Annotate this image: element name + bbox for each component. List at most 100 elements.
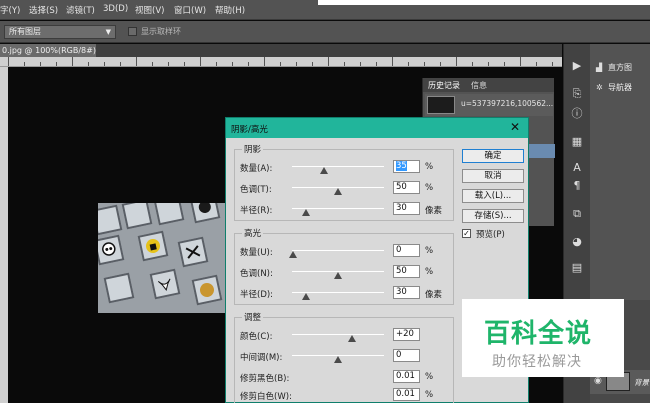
ruler-tick <box>408 62 409 66</box>
document-image <box>98 203 226 313</box>
highlights-radius-input[interactable]: 30 <box>393 286 420 299</box>
tab-info[interactable]: 信息 <box>471 80 487 91</box>
image-tile <box>149 268 181 300</box>
show-sampling-ring-checkbox[interactable] <box>128 27 137 36</box>
shadows-group-label: 阴影 <box>242 143 264 155</box>
menu-item-type[interactable]: 字(Y) <box>0 4 20 16</box>
ruler-tick <box>200 57 201 66</box>
ruler-tick <box>440 62 441 66</box>
grid-icon[interactable]: ▦ <box>569 134 585 150</box>
snapshot-thumbnail <box>427 96 455 114</box>
highlights-radius-label: 半径(D): <box>240 290 274 300</box>
layer-name: 背景 <box>634 378 649 387</box>
shadows-tone-input[interactable]: 50 <box>393 181 420 194</box>
eye-icon[interactable]: ◉ <box>594 376 602 386</box>
image-tile <box>121 203 153 230</box>
sample-layer-select[interactable]: 所有图层 ▼ <box>4 25 116 39</box>
close-icon[interactable]: ✕ <box>510 120 520 134</box>
color-correction-slider-knob[interactable] <box>348 335 356 342</box>
character-icon[interactable]: A <box>569 160 585 176</box>
play-icon[interactable]: ▶ <box>569 58 585 74</box>
ok-button[interactable]: 确定 <box>462 149 524 163</box>
ruler-tick <box>152 62 153 66</box>
palette-icon[interactable]: ◕ <box>569 234 585 250</box>
panel-entry-histogram[interactable]: ▟ 直方图 <box>596 62 632 73</box>
color-correction-slider[interactable] <box>292 334 384 335</box>
highlights-radius-slider-knob[interactable] <box>302 293 310 300</box>
midtone-contrast-slider-knob[interactable] <box>334 356 342 363</box>
options-bar: 所有图层 ▼ 显示取样环 <box>0 21 650 43</box>
shadows-amount-value: 35 <box>396 161 407 171</box>
dialog-titlebar[interactable]: 阴影/高光 ✕ <box>226 118 528 138</box>
ruler-tick <box>536 62 537 66</box>
menu-item-filter[interactable]: 滤镜(T) <box>66 4 95 16</box>
highlights-tone-label: 色调(N): <box>240 269 273 279</box>
ruler-tick <box>72 57 73 66</box>
ruler-tick <box>424 62 425 66</box>
clip-white-input[interactable]: 0.01 <box>393 388 420 401</box>
menu-item-window[interactable]: 窗口(W) <box>174 4 206 16</box>
ruler-tick <box>488 62 489 66</box>
ruler-tick <box>56 62 57 66</box>
history-snapshot[interactable]: u=537397216,100562... <box>425 94 553 116</box>
color-correction-input[interactable]: +20 <box>393 328 420 341</box>
shadows-tone-label: 色调(T): <box>240 185 272 195</box>
highlights-tone-unit: % <box>425 267 434 277</box>
shadows-amount-input[interactable]: 35 <box>393 160 420 173</box>
clone-source-icon[interactable]: ⧉ <box>569 206 585 222</box>
highlights-radius-unit: 像素 <box>425 290 443 300</box>
clip-white-unit: % <box>425 390 434 400</box>
ruler-tick <box>456 57 457 66</box>
ruler-tick <box>520 57 521 66</box>
shadows-radius-input[interactable]: 30 <box>393 202 420 215</box>
shadows-amount-slider-knob[interactable] <box>320 167 328 174</box>
window-top-strip <box>318 0 650 5</box>
logo-main-text: 百科全说 <box>484 319 593 349</box>
image-tile <box>177 236 209 268</box>
panel-entry-navigator[interactable]: ✲ 导航器 <box>596 82 632 93</box>
shadows-tone-unit: % <box>425 183 434 193</box>
histogram-icon: ▟ <box>596 63 603 72</box>
color-correction-label: 颜色(C): <box>240 332 273 342</box>
history-icon[interactable]: ⎘ <box>569 86 585 102</box>
horizontal-ruler <box>0 57 562 67</box>
navigator-icon: ✲ <box>596 83 603 92</box>
menu-item-3d[interactable]: 3D(D) <box>103 4 128 14</box>
shadows-amount-slider[interactable] <box>292 166 384 167</box>
midtone-contrast-input[interactable]: 0 <box>393 349 420 362</box>
save-button[interactable]: 存储(S)... <box>462 209 524 223</box>
image-tile <box>98 204 123 236</box>
highlights-amount-input[interactable]: 0 <box>393 244 420 257</box>
document-tab[interactable]: 0.jpg @ 100%(RGB/8#) *× <box>0 44 113 57</box>
ruler-tick <box>552 62 553 66</box>
load-button[interactable]: 载入(L)... <box>462 189 524 203</box>
ruler-tick <box>104 62 105 66</box>
clip-black-unit: % <box>425 372 434 382</box>
highlights-amount-slider[interactable] <box>292 250 384 251</box>
document-tab-label: 0.jpg @ 100%(RGB/8#) * <box>2 46 103 55</box>
dialog-title: 阴影/高光 <box>231 125 268 135</box>
clip-black-input[interactable]: 0.01 <box>393 370 420 383</box>
highlights-tone-input[interactable]: 50 <box>393 265 420 278</box>
midtone-contrast-label: 中间调(M): <box>240 353 283 363</box>
image-tile <box>189 203 221 224</box>
info-icon[interactable]: ⓘ <box>569 106 585 122</box>
cancel-button[interactable]: 取消 <box>462 169 524 183</box>
menu-item-select[interactable]: 选择(S) <box>29 4 58 16</box>
highlights-amount-unit: % <box>425 246 434 256</box>
menu-item-view[interactable]: 视图(V) <box>135 4 164 16</box>
highlights-tone-slider-knob[interactable] <box>334 272 342 279</box>
ruler-tick <box>40 62 41 66</box>
paragraph-icon[interactable]: ¶ <box>569 178 585 194</box>
preview-checkbox[interactable]: ✓ <box>462 229 471 238</box>
highlights-amount-slider-knob[interactable] <box>289 251 297 258</box>
logo-sub-text: 助你轻松解决 <box>492 354 582 370</box>
shadows-tone-slider-knob[interactable] <box>334 188 342 195</box>
swatches-icon[interactable]: ▤ <box>569 260 585 276</box>
tab-history[interactable]: 历史记录 <box>428 80 460 91</box>
shadows-radius-slider-knob[interactable] <box>302 209 310 216</box>
image-tile <box>137 230 169 262</box>
menu-item-help[interactable]: 帮助(H) <box>215 4 245 16</box>
power-fist-icon <box>146 239 160 253</box>
ruler-tick <box>88 62 89 66</box>
